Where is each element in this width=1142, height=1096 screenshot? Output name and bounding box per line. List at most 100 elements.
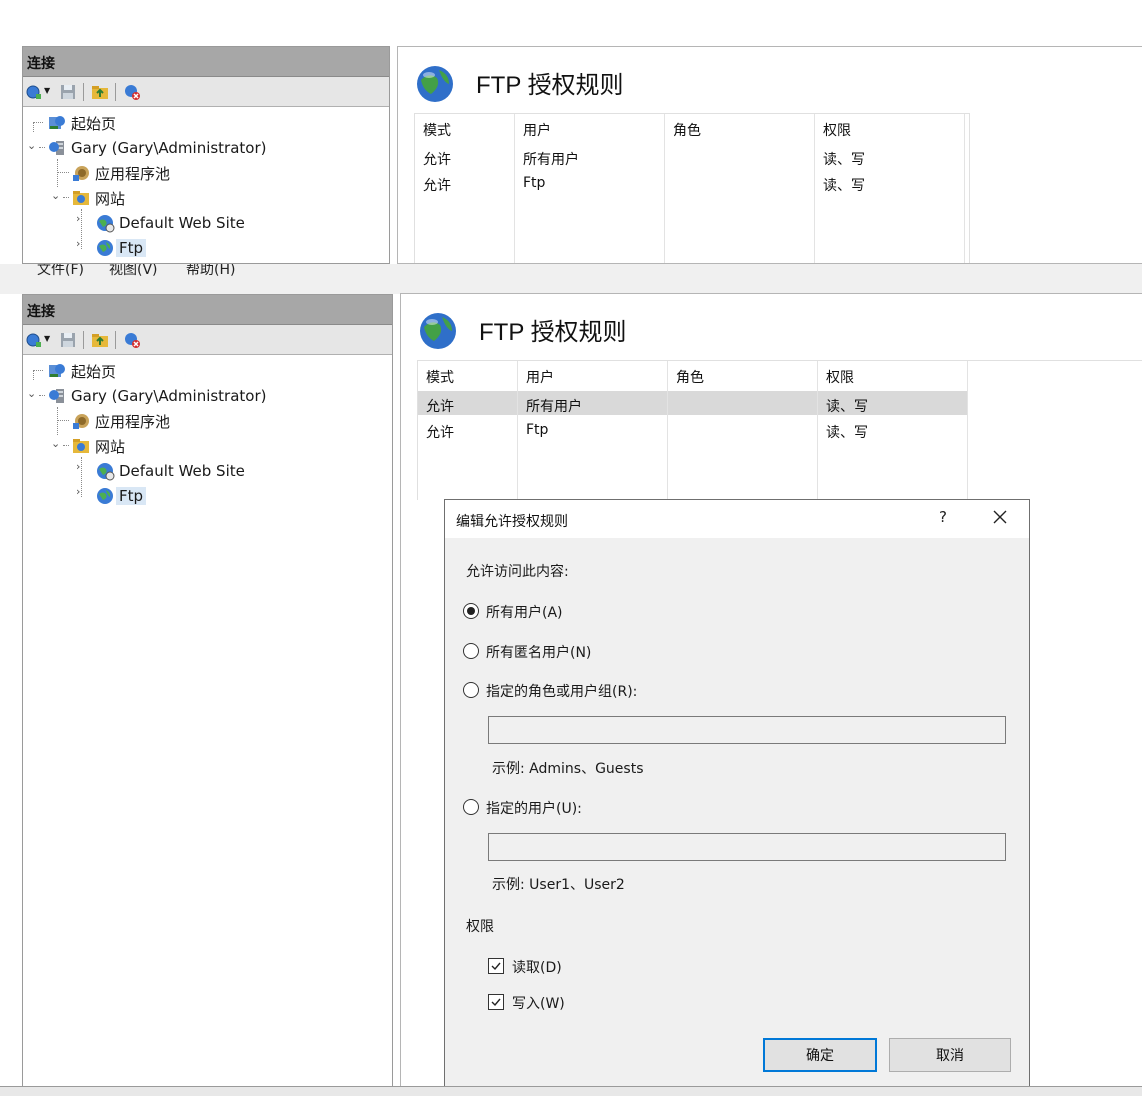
up-level-icon[interactable] [91, 331, 109, 349]
connect-icon[interactable] [25, 83, 43, 101]
tree-item-ftp[interactable]: Ftp [95, 484, 147, 508]
write-label[interactable]: 写入(W) [512, 993, 565, 1013]
ok-button[interactable]: 确定 [763, 1038, 877, 1072]
start-page-icon [49, 364, 65, 377]
toolbar-separator [83, 83, 84, 101]
cell-mode[interactable]: 允许 [426, 396, 454, 416]
roles-label[interactable]: 指定的角色或用户组(R): [486, 681, 637, 701]
edit-allow-rule-dialog: 编辑允许授权规则 ? 允许访问此内容: 所有用户(A) 所有匿名用户(N) 指定… [444, 499, 1030, 1096]
globe-icon [97, 215, 115, 233]
feature-pane-back: FTP 授权规则 模式 用户 角色 权限 允许 所有用户 读、写 允许 Ftp … [397, 46, 1142, 264]
cell-permission[interactable]: 读、写 [823, 175, 865, 195]
connections-header: 连接 [23, 47, 389, 77]
chevron-right-icon[interactable]: › [76, 238, 86, 249]
menu-view[interactable]: 视图(V) [109, 264, 158, 279]
column-header-permission[interactable]: 权限 [823, 120, 851, 140]
help-button[interactable]: ? [933, 508, 953, 526]
close-icon[interactable] [989, 506, 1011, 528]
globe-icon [97, 240, 113, 256]
tree-item-sites[interactable]: 网站 [71, 434, 125, 458]
tree-item-default-web-site[interactable]: Default Web Site [95, 211, 245, 235]
checkmark-icon [491, 962, 501, 971]
cancel-button[interactable]: 取消 [889, 1038, 1011, 1072]
tree-item-default-web-site[interactable]: Default Web Site [95, 459, 245, 483]
cell-permission[interactable]: 读、写 [826, 396, 868, 416]
tree-item-app-pools[interactable]: 应用程序池 [71, 409, 170, 433]
disconnect-icon[interactable] [123, 83, 141, 101]
tree-item-app-pools[interactable]: 应用程序池 [71, 161, 170, 185]
cell-user[interactable]: 所有用户 [526, 396, 582, 416]
page-title: FTP 授权规则 [479, 319, 627, 346]
column-header-permission[interactable]: 权限 [826, 367, 854, 387]
column-header-user[interactable]: 用户 [523, 120, 551, 140]
tree-label: 应用程序池 [95, 164, 171, 183]
dropdown-arrow-icon[interactable]: ▼ [44, 86, 50, 95]
column-header-user[interactable]: 用户 [526, 367, 554, 387]
save-icon[interactable] [59, 83, 77, 101]
connections-toolbar: ▼ [23, 325, 392, 355]
toolbar-separator [115, 331, 116, 349]
globe-icon [417, 66, 453, 102]
server-icon [49, 141, 64, 155]
column-header-role[interactable]: 角色 [676, 367, 704, 387]
cell-permission[interactable]: 读、写 [826, 422, 868, 442]
chevron-right-icon[interactable]: › [76, 486, 86, 497]
status-strip [0, 1086, 1142, 1096]
sites-folder-icon [73, 191, 89, 205]
dialog-titlebar[interactable]: 编辑允许授权规则 ? [445, 500, 1029, 538]
tree-item-ftp[interactable]: Ftp [95, 236, 147, 260]
cell-user[interactable]: Ftp [526, 422, 548, 438]
anonymous-users-label[interactable]: 所有匿名用户(N) [486, 642, 591, 662]
tree-label: 网站 [95, 437, 126, 456]
roles-input[interactable] [488, 716, 1006, 744]
connections-pane: 连接 ▼ 起始页 ⌄ Gary (Gary\Administrator) 应用程… [22, 294, 393, 1088]
menu-help[interactable]: 帮助(H) [186, 264, 235, 279]
users-label[interactable]: 指定的用户(U): [486, 798, 582, 818]
disconnect-icon[interactable] [123, 331, 141, 349]
anonymous-users-radio[interactable] [463, 643, 479, 659]
users-radio[interactable] [463, 799, 479, 815]
dropdown-arrow-icon[interactable]: ▼ [44, 334, 50, 343]
cell-mode[interactable]: 允许 [426, 422, 454, 442]
cell-permission[interactable]: 读、写 [823, 149, 865, 169]
connect-icon[interactable] [25, 331, 43, 349]
connections-header: 连接 [23, 295, 392, 325]
column-header-mode[interactable]: 模式 [426, 367, 454, 387]
roles-radio[interactable] [463, 682, 479, 698]
tree-item-start-page[interactable]: 起始页 [47, 359, 116, 383]
tree-item-sites[interactable]: 网站 [71, 186, 125, 210]
up-level-icon[interactable] [91, 83, 109, 101]
tree-item-server[interactable]: Gary (Gary\Administrator) [47, 136, 267, 160]
cell-user[interactable]: 所有用户 [523, 149, 579, 169]
write-checkbox[interactable] [488, 994, 504, 1010]
cell-mode[interactable]: 允许 [423, 149, 451, 169]
all-users-radio[interactable] [463, 603, 479, 619]
roles-example: 示例: Admins、Guests [492, 761, 644, 777]
menu-file[interactable]: 文件(F) [37, 264, 84, 279]
chevron-down-icon[interactable]: ⌄ [51, 190, 61, 201]
tree-item-start-page[interactable]: 起始页 [47, 111, 116, 135]
globe-icon [97, 463, 115, 481]
tree-item-server[interactable]: Gary (Gary\Administrator) [47, 384, 267, 408]
column-header-mode[interactable]: 模式 [423, 120, 451, 140]
app-pool-icon [73, 414, 89, 429]
globe-icon [420, 313, 456, 349]
read-checkbox[interactable] [488, 958, 504, 974]
chevron-down-icon[interactable]: ⌄ [51, 438, 61, 449]
column-header-role[interactable]: 角色 [673, 120, 701, 140]
save-icon[interactable] [59, 331, 77, 349]
users-example: 示例: User1、User2 [492, 877, 625, 893]
page-title: FTP 授权规则 [476, 72, 624, 99]
toolbar-separator [83, 331, 84, 349]
checkmark-icon [491, 998, 501, 1007]
sites-folder-icon [73, 439, 89, 453]
all-users-label[interactable]: 所有用户(A) [486, 602, 563, 622]
chevron-down-icon[interactable]: ⌄ [27, 140, 37, 151]
users-input[interactable] [488, 833, 1006, 861]
read-label[interactable]: 读取(D) [512, 957, 562, 977]
tree-label: Ftp [116, 487, 147, 505]
cell-user[interactable]: Ftp [523, 175, 545, 191]
tree-label: Ftp [116, 239, 147, 257]
chevron-down-icon[interactable]: ⌄ [27, 388, 37, 399]
cell-mode[interactable]: 允许 [423, 175, 451, 195]
